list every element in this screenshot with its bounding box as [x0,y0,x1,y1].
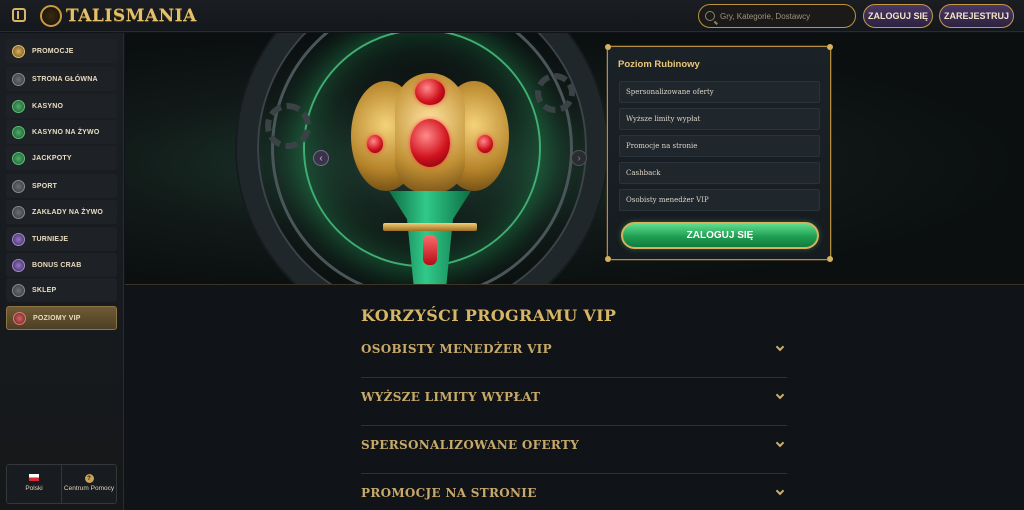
sidebar: PROMOCJE STRONA GŁÓWNA KASYNO KASYNO NA … [0,33,124,510]
logo-text: TALISMANIA [66,6,197,26]
sidebar-item-sklep[interactable]: SKLEP [6,278,117,302]
casino-chip-icon [12,99,25,113]
scarab-trophy-illustration [351,73,509,284]
corner-ornament [827,256,833,262]
chevron-down-icon [775,486,785,496]
register-button[interactable]: ZAREJESTRUJ [939,4,1014,28]
accordion-label: OSOBISTY MENEDŻER VIP [361,342,552,356]
vip-benefit-row: Osobisty menedżer VIP [619,189,820,211]
sidebar-item-label: POZIOMY VIP [33,314,81,322]
vip-benefit-label: Cashback [626,169,661,177]
corner-ornament [827,44,833,50]
help-label: Centrum Pomocy [63,485,115,493]
language-label: Polski [25,485,43,493]
live-bets-icon [12,205,25,219]
vip-benefit-label: Spersonalizowane oferty [626,88,714,96]
trophy-icon [12,232,25,246]
sidebar-item-label: PROMOCJE [32,47,74,55]
sidebar-item-label: KASYNO [32,102,64,110]
chevron-down-icon [775,342,785,352]
diamond-icon [13,311,26,325]
sidebar-item-poziomy-vip[interactable]: POZIOMY VIP [6,306,117,330]
accordion-item-osobisty-menedzer[interactable]: OSOBISTY MENEDŻER VIP [361,330,787,378]
vip-benefit-row: Promocje na stronie [619,135,820,157]
sidebar-item-label: SPORT [32,182,58,190]
accordion-label: PROMOCJE NA STRONIE [361,486,537,500]
gear-decoration [265,103,311,149]
sidebar-footer: Polski ? Centrum Pomocy [6,464,117,504]
corner-ornament [605,44,611,50]
poland-flag-icon [29,474,39,482]
sidebar-item-jackpoty[interactable]: JACKPOTY [6,146,117,170]
sidebar-item-zaklady-na-zywo[interactable]: ZAKŁADY NA ŻYWO [6,200,117,224]
sidebar-item-kasyno-na-zywo[interactable]: KASYNO NA ŻYWO [6,120,117,144]
sidebar-item-label: TURNIEJE [32,235,69,243]
chevron-down-icon [775,390,785,400]
sidebar-item-bonus-crab[interactable]: BONUS CRAB [6,253,117,277]
ruby-gem [423,235,437,265]
sidebar-toggle-icon[interactable] [12,8,26,22]
chevron-down-icon [775,438,785,448]
sidebar-item-label: JACKPOTY [32,154,72,162]
soccer-ball-icon [12,179,25,193]
clover-icon [12,151,25,165]
login-button[interactable]: ZALOGUJ SIĘ [863,4,933,28]
ruby-gem [367,135,383,153]
sidebar-item-label: ZAKŁADY NA ŻYWO [32,208,104,216]
language-selector[interactable]: Polski [7,465,61,503]
carousel-prev-arrow-icon[interactable]: ‹ [313,150,329,166]
shop-icon [12,283,25,297]
search-input[interactable] [720,11,850,21]
home-icon [12,72,25,86]
vip-benefit-label: Wyższe limity wypłat [626,115,701,123]
sidebar-item-kasyno[interactable]: KASYNO [6,94,117,118]
vip-benefit-row: Spersonalizowane oferty [619,81,820,103]
help-center-link[interactable]: ? Centrum Pomocy [61,465,116,503]
sidebar-item-strona-glowna[interactable]: STRONA GŁÓWNA [6,67,117,91]
crab-icon [12,258,25,272]
vip-level-card: Poziom Rubinowy Spersonalizowane oferty … [605,44,833,262]
sidebar-item-label: KASYNO NA ŻYWO [32,128,100,136]
sidebar-item-label: STRONA GŁÓWNA [32,75,98,83]
sidebar-item-label: SKLEP [32,286,57,294]
sidebar-item-sport[interactable]: SPORT [6,174,117,198]
vip-benefit-row: Wyższe limity wypłat [619,108,820,130]
corner-ornament [605,256,611,262]
top-header: TALISMANIA ZALOGUJ SIĘ ZAREJESTRUJ [0,0,1024,32]
vip-benefit-label: Osobisty menedżer VIP [626,196,709,204]
search-box[interactable] [698,4,856,28]
benefits-section-title: KORZYŚCI PROGRAMU VIP [361,306,617,325]
ruby-gem [415,79,445,105]
sidebar-item-turnieje[interactable]: TURNIEJE [6,227,117,251]
accordion-item-spersonalizowane-oferty[interactable]: SPERSONALIZOWANE OFERTY [361,426,787,474]
sidebar-item-promocje[interactable]: PROMOCJE [6,39,117,63]
scarab-logo-icon [40,5,62,27]
search-icon [705,11,715,21]
logo[interactable]: TALISMANIA [40,4,197,28]
vip-login-button[interactable]: ZALOGUJ SIĘ [621,222,819,249]
sidebar-item-label: BONUS CRAB [32,261,82,269]
ruby-gem [410,119,450,167]
vip-benefit-label: Promocje na stronie [626,142,698,150]
gear-decoration [535,73,575,113]
vip-level-title: Poziom Rubinowy [618,59,700,70]
ruby-gem [477,135,493,153]
accordion-label: SPERSONALIZOWANE OFERTY [361,438,580,452]
accordion-label: WYŻSZE LIMITY WYPŁAT [361,390,541,404]
carousel-next-arrow-icon[interactable]: › [571,150,587,166]
vip-benefit-row: Cashback [619,162,820,184]
accordion-item-wyzsze-limity[interactable]: WYŻSZE LIMITY WYPŁAT [361,378,787,426]
help-icon: ? [84,474,94,484]
gift-icon [12,44,25,58]
live-casino-icon [12,125,25,139]
accordion-item-promocje-na-stronie[interactable]: PROMOCJE NA STRONIE [361,474,787,510]
vip-hero-banner: ‹ › [125,33,1024,285]
trophy-gold-band [383,223,477,231]
